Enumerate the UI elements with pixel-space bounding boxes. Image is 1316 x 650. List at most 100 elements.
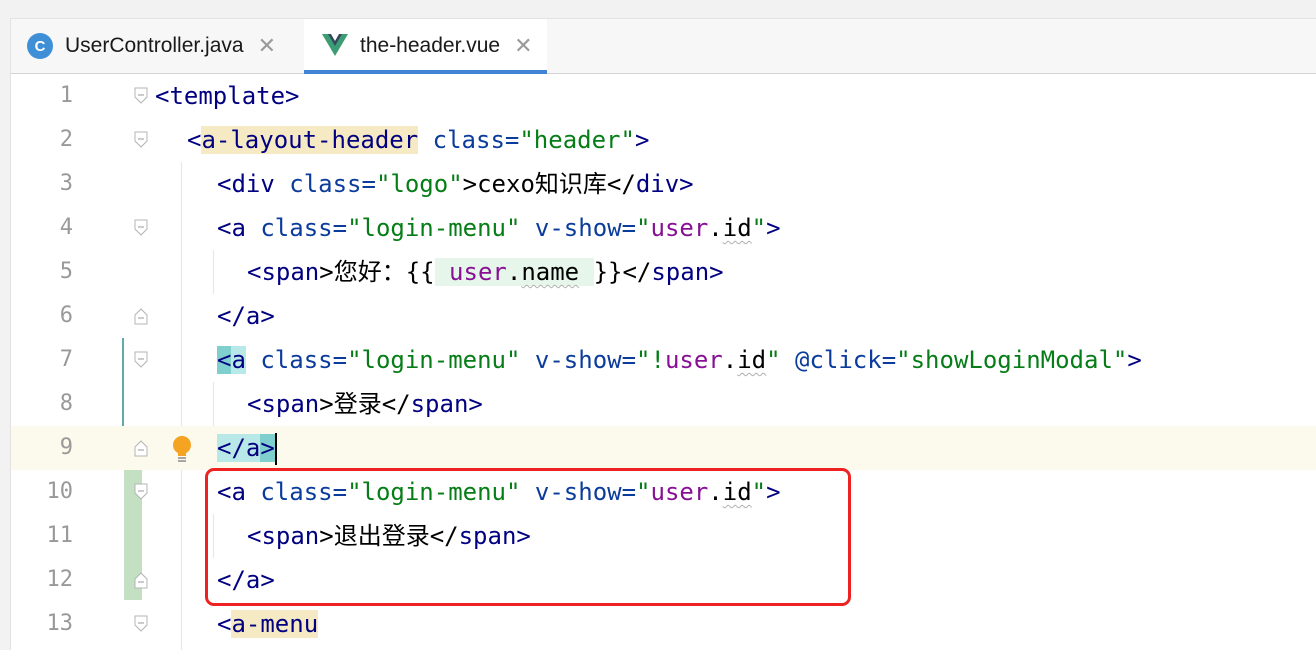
code-line[interactable]: 4 <a class="login-menu" v-show="user.id"… xyxy=(11,206,1316,250)
highlight-annotation-box xyxy=(205,468,851,606)
attribute: class= xyxy=(418,126,520,154)
attr-value: "showLoginModal" xyxy=(896,346,1128,374)
tag: <a xyxy=(217,214,246,242)
tag: <span xyxy=(247,258,320,286)
dot: . xyxy=(722,346,738,374)
fold-close-icon[interactable] xyxy=(134,439,148,457)
code-line-current[interactable]: 9 </a> xyxy=(11,426,1316,470)
attribute: class= xyxy=(245,214,348,242)
tag-open: < xyxy=(217,610,232,638)
text-cursor xyxy=(274,433,277,465)
tag-name: a-layout-header xyxy=(201,126,419,154)
event-directive: @click= xyxy=(780,346,897,374)
tag-name: a-menu xyxy=(231,610,319,638)
tag-close: > xyxy=(634,126,650,154)
quote: " xyxy=(766,346,781,374)
tag-open: </ xyxy=(217,434,246,462)
line-number: 8 xyxy=(59,391,73,416)
dot: . xyxy=(506,258,522,286)
tag-name: div xyxy=(635,170,680,198)
tag-name: span xyxy=(410,390,469,418)
attr-value: "header" xyxy=(519,126,635,154)
tag-close: > xyxy=(260,434,275,462)
code-editor[interactable]: 1 <template> 2 <a-layout-header class="h… xyxy=(11,74,1316,650)
line-number: 5 xyxy=(59,259,73,284)
tag-open: </ xyxy=(217,302,246,330)
line-number: 11 xyxy=(46,523,74,548)
fold-open-icon[interactable] xyxy=(134,615,148,633)
line-number: 9 xyxy=(59,435,73,460)
dot: . xyxy=(708,214,723,242)
attr-value: "logo" xyxy=(375,170,463,198)
tag: <span xyxy=(247,390,320,418)
line-number: 4 xyxy=(59,215,73,240)
tab-label: the-header.vue xyxy=(360,34,501,57)
tool-window-rail xyxy=(0,18,11,650)
attribute: class= xyxy=(274,170,376,198)
tag-name: a xyxy=(245,302,261,330)
java-class-icon: C xyxy=(27,33,53,59)
attr-value: "login-menu" xyxy=(347,214,521,242)
tag-name: span xyxy=(651,258,710,286)
code-line[interactable]: 2 <a-layout-header class="header"> xyxy=(11,118,1316,162)
code-line[interactable]: 3 <div class="logo">cexo知识库</div> xyxy=(11,162,1316,206)
attribute: class= xyxy=(245,346,348,374)
tag-name: a xyxy=(231,346,246,374)
property: id xyxy=(722,214,752,242)
tag-close: > xyxy=(679,170,694,198)
directive: v-show= xyxy=(520,214,637,242)
code-line[interactable]: 13 <a-menu xyxy=(11,602,1316,646)
vue-icon xyxy=(322,34,348,56)
text-content: >登录</ xyxy=(319,390,411,418)
tag: <template> xyxy=(155,82,300,110)
line-number: 13 xyxy=(46,611,74,636)
fold-open-icon[interactable] xyxy=(134,87,148,105)
tab-the-header-vue[interactable]: the-header.vue ✕ xyxy=(304,19,547,74)
property: id xyxy=(737,346,767,374)
fold-open-icon[interactable] xyxy=(134,219,148,237)
code-line[interactable]: 8 <span>登录</span> xyxy=(11,382,1316,426)
tab-user-controller[interactable]: C UserController.java ✕ xyxy=(27,19,276,73)
text-content: >您好：{{ xyxy=(319,258,435,286)
tag-open: < xyxy=(217,346,232,374)
fold-open-icon[interactable] xyxy=(134,351,148,369)
expression: user xyxy=(650,214,709,242)
fold-close-icon[interactable] xyxy=(134,571,148,589)
tag-close: > xyxy=(709,258,724,286)
expression: user xyxy=(434,258,507,286)
line-number: 2 xyxy=(59,127,73,152)
breadcrumb-strip xyxy=(0,0,1316,19)
close-icon[interactable]: ✕ xyxy=(514,33,532,59)
fold-open-icon[interactable] xyxy=(134,131,148,149)
line-number: 7 xyxy=(59,347,73,372)
directive: v-show= xyxy=(520,346,637,374)
tag-close: > xyxy=(766,214,781,242)
tab-label: UserController.java xyxy=(65,34,244,57)
tag-close: > xyxy=(1127,346,1142,374)
text-content: }}</ xyxy=(593,258,652,286)
close-icon[interactable]: ✕ xyxy=(258,33,276,59)
quote: "! xyxy=(636,346,665,374)
quote: " xyxy=(751,214,767,242)
line-number: 1 xyxy=(59,83,73,108)
tag-open: < xyxy=(187,126,202,154)
fold-open-icon[interactable] xyxy=(134,483,148,501)
expression: user xyxy=(664,346,723,374)
property: name xyxy=(521,258,580,286)
tag: <div xyxy=(217,170,275,198)
tag-name: a xyxy=(245,434,261,462)
attr-value: "login-menu" xyxy=(347,346,521,374)
lightbulb-icon[interactable] xyxy=(171,435,193,463)
text-content: >cexo知识库</ xyxy=(462,170,636,198)
fold-close-icon[interactable] xyxy=(134,307,148,325)
code-line[interactable]: 6 </a> xyxy=(11,294,1316,338)
tag-close: > xyxy=(260,302,275,330)
code-line[interactable]: 5 <span>您好：{{ user.name }}</span> xyxy=(11,250,1316,294)
code-line[interactable]: 7 <a class="login-menu" v-show="!user.id… xyxy=(11,338,1316,382)
editor-tab-bar: C UserController.java ✕ the-header.vue ✕ xyxy=(11,19,1316,74)
code-line[interactable]: 1 <template> xyxy=(11,74,1316,118)
quote: " xyxy=(636,214,651,242)
line-number: 12 xyxy=(46,567,74,592)
tag-close: > xyxy=(468,390,483,418)
